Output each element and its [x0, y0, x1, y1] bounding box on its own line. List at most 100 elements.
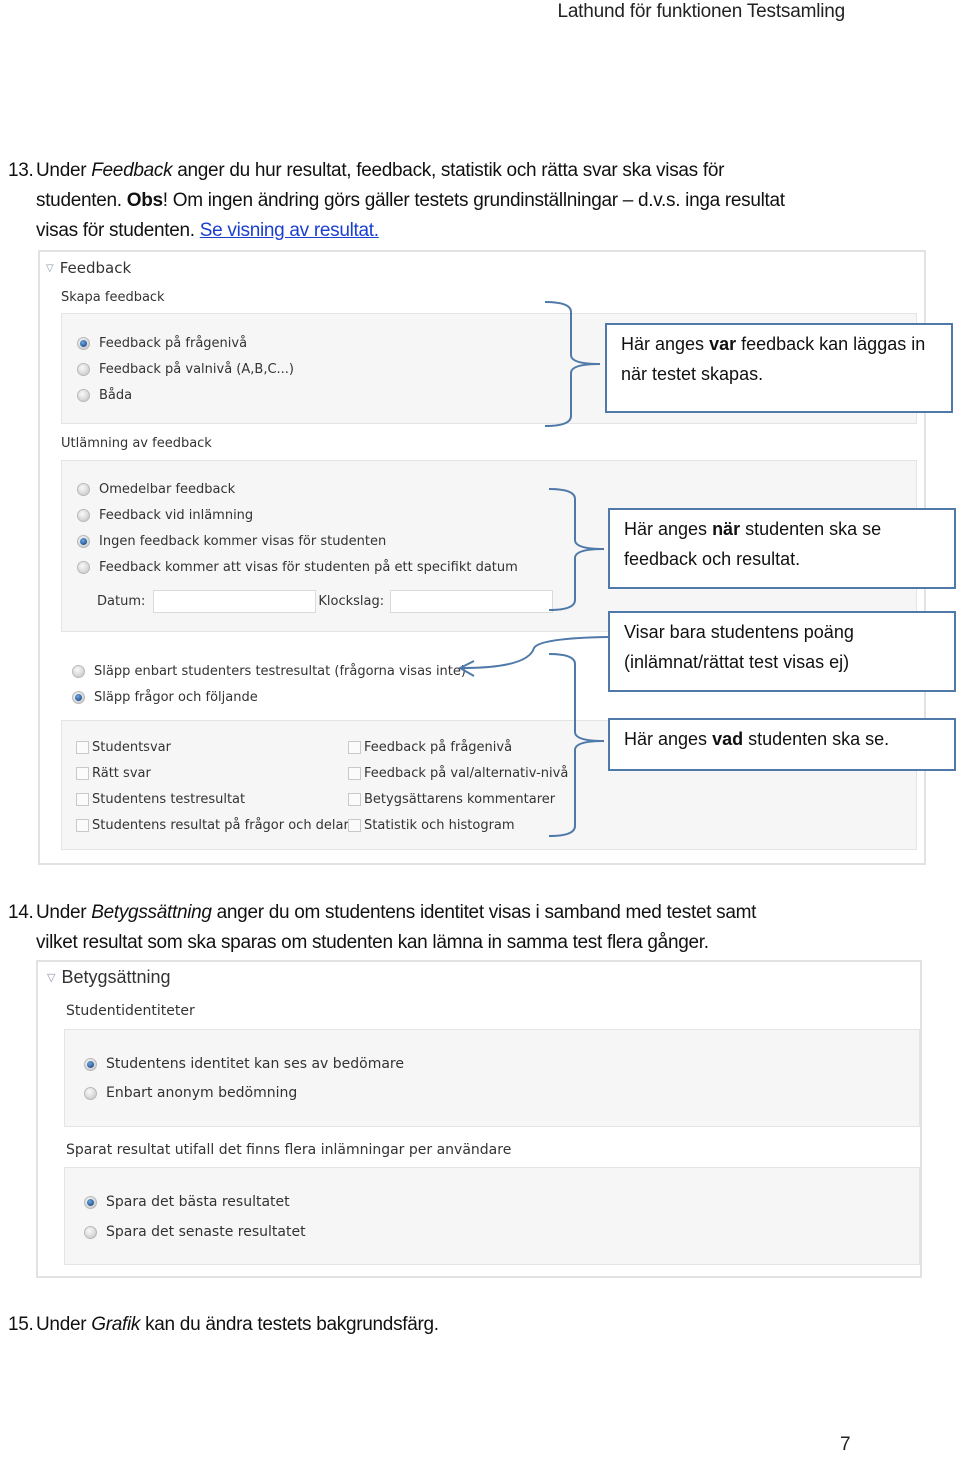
time-label: Klockslag: [318, 594, 385, 609]
radio-icon[interactable] [77, 389, 90, 402]
checkbox-icon[interactable] [76, 793, 89, 806]
sparat-resultat-label: Sparat resultat utifall det finns flera … [66, 1142, 512, 1158]
radio-icon[interactable] [84, 1225, 97, 1239]
date-time-row: Datum: Klockslag: [97, 590, 554, 613]
text: Visar bara studentens poäng (inlämnat/rä… [624, 622, 854, 672]
radio-identitet-synlig[interactable]: Studentens identitet kan ses av bedömare [84, 1056, 404, 1072]
option-label: Omedelbar feedback [99, 482, 236, 497]
radio-slapp-enbart-resultat[interactable]: Släpp enbart studenters testresultat (fr… [72, 664, 466, 679]
checkbox-icon[interactable] [348, 819, 361, 832]
radio-specifikt-datum[interactable]: Feedback kommer att visas för studenten … [77, 560, 518, 575]
betygsattning-panel-title: Betygsättning [61, 967, 171, 987]
utlamning-label: Utlämning av feedback [61, 436, 212, 451]
date-input[interactable] [153, 590, 317, 613]
radio-feedback-valniva[interactable]: Feedback på valnivå (A,B,C...) [77, 362, 294, 377]
option-label: Feedback kommer att visas för studenten … [99, 560, 518, 575]
radio-icon[interactable] [84, 1086, 97, 1100]
emphasis-feedback: Feedback [91, 160, 173, 181]
radio-senaste-resultat[interactable]: Spara det senaste resultatet [84, 1224, 306, 1240]
callout-poang: Visar bara studentens poäng (inlämnat/rä… [608, 611, 956, 692]
checkbox-feedback-fragenivå[interactable]: Feedback på frågenivå [348, 740, 512, 755]
checkbox-icon[interactable] [76, 819, 89, 832]
checkbox-label: Rätt svar [92, 766, 151, 781]
radio-icon[interactable] [77, 483, 90, 496]
option-label: Feedback vid inlämning [99, 508, 254, 523]
callout-keyword: när [712, 519, 741, 539]
text: ! Om ingen ändring görs gäller testets g… [162, 190, 785, 211]
checkbox-ratt-svar[interactable]: Rätt svar [76, 766, 151, 781]
checkbox-resultat-fragor-delar[interactable]: Studentens resultat på frågor och delar [76, 818, 349, 833]
text: studenten. [36, 190, 127, 211]
callout-var: Här anges var feedback kan läggas in när… [605, 323, 953, 413]
betygsattning-panel-header[interactable]: ▽ Betygsättning [47, 967, 171, 988]
checkbox-label: Studentens testresultat [92, 792, 246, 807]
text: Under [36, 1314, 92, 1335]
collapse-triangle-icon[interactable]: ▽ [47, 971, 55, 984]
obs-label: Obs [126, 190, 163, 211]
radio-feedback-fragenivå[interactable]: Feedback på frågenivå [77, 336, 247, 351]
option-label: Ingen feedback kommer visas för studente… [99, 534, 387, 549]
feedback-panel-title: Feedback [59, 259, 132, 277]
checkbox-label: Betygsättarens kommentarer [364, 792, 556, 807]
checkbox-label: Feedback på val/alternativ-nivå [364, 766, 569, 781]
option-label: Feedback på frågenivå [99, 336, 248, 351]
skapa-feedback-label: Skapa feedback [61, 290, 165, 305]
option-label: Studentens identitet kan ses av bedömare [106, 1056, 404, 1072]
results-view-link[interactable]: Se visning av resultat. [200, 220, 379, 241]
radio-bada[interactable]: Båda [77, 388, 132, 403]
emphasis-betygssattning: Betygssättning [91, 902, 212, 923]
identity-group [64, 1029, 920, 1127]
step-15-paragraph: 15. Under Grafik kan du ändra testets bak… [8, 1310, 439, 1340]
text: vilket resultat som ska sparas om studen… [36, 932, 709, 953]
emphasis-grafik: Grafik [91, 1314, 141, 1335]
radio-icon[interactable] [77, 561, 90, 574]
step-number: 14. [8, 902, 34, 923]
checkbox-label: Studentens resultat på frågor och delar [92, 818, 349, 833]
radio-ingen-feedback[interactable]: Ingen feedback kommer visas för studente… [77, 534, 386, 549]
text: Under [36, 902, 92, 923]
option-label: Spara det senaste resultatet [106, 1224, 306, 1240]
document-header-title: Lathund för funktionen Testsamling [557, 1, 845, 22]
text: Under [36, 160, 92, 181]
time-input[interactable] [390, 590, 554, 613]
radio-slapp-fragor[interactable]: Släpp frågor och följande [72, 690, 258, 705]
radio-selected-icon[interactable] [84, 1195, 97, 1209]
option-label: Släpp frågor och följande [94, 690, 258, 705]
callout-keyword: vad [712, 729, 744, 749]
radio-selected-icon[interactable] [84, 1057, 97, 1071]
checkbox-label: Studentsvar [92, 740, 171, 755]
checkbox-betygsattarens-kommentarer[interactable]: Betygsättarens kommentarer [348, 792, 555, 807]
checkbox-feedback-val-alternativ[interactable]: Feedback på val/alternativ-nivå [348, 766, 568, 781]
radio-icon[interactable] [77, 509, 90, 522]
date-label: Datum: [97, 594, 146, 609]
option-label: Feedback på valnivå (A,B,C...) [99, 362, 294, 377]
checkbox-statistik-histogram[interactable]: Statistik och histogram [348, 818, 515, 833]
radio-basta-resultat[interactable]: Spara det bästa resultatet [84, 1194, 290, 1210]
option-label: Spara det bästa resultatet [106, 1194, 290, 1210]
radio-selected-icon[interactable] [77, 535, 90, 548]
text: kan du ändra testets bakgrundsfärg. [140, 1314, 439, 1335]
radio-anonym-bedomning[interactable]: Enbart anonym bedömning [84, 1085, 297, 1101]
callout-keyword: var [709, 334, 737, 354]
studentidentiteter-label: Studentidentiteter [66, 1003, 195, 1019]
radio-omedelbar[interactable]: Omedelbar feedback [77, 482, 235, 497]
checkbox-studentsvar[interactable]: Studentsvar [76, 740, 171, 755]
radio-selected-icon[interactable] [72, 691, 85, 704]
saved-result-group [64, 1167, 920, 1265]
feedback-panel-header[interactable]: ▽ Feedback [46, 259, 131, 277]
checkbox-testresultat[interactable]: Studentens testresultat [76, 792, 245, 807]
checkbox-icon[interactable] [348, 767, 361, 780]
checkbox-icon[interactable] [76, 741, 89, 754]
radio-icon[interactable] [72, 665, 85, 678]
checkbox-icon[interactable] [76, 767, 89, 780]
callout-nar: Här anges när studenten ska se feedback … [608, 508, 956, 589]
radio-icon[interactable] [77, 363, 90, 376]
text: visas för studenten. [36, 220, 200, 241]
collapse-triangle-icon[interactable]: ▽ [46, 263, 54, 274]
checkbox-icon[interactable] [348, 793, 361, 806]
checkbox-label: Feedback på frågenivå [364, 740, 513, 755]
radio-vid-inlamning[interactable]: Feedback vid inlämning [77, 508, 253, 523]
step-number: 13. [8, 160, 34, 181]
checkbox-icon[interactable] [348, 741, 361, 754]
radio-selected-icon[interactable] [77, 337, 90, 350]
